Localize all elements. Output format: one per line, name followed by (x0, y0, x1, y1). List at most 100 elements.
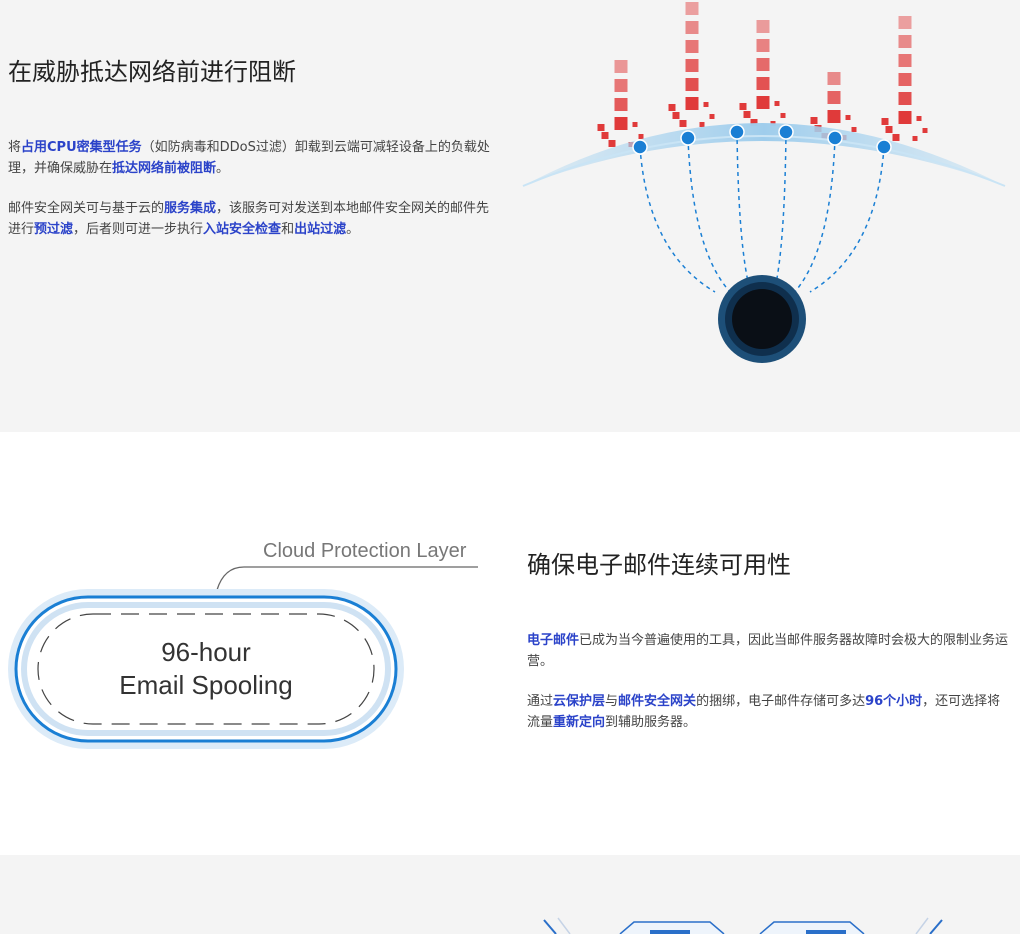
body-text: 与 (605, 694, 619, 709)
threat-block (898, 73, 912, 86)
threat-block (614, 117, 628, 130)
threat-fragment (597, 124, 605, 131)
highlight-text: 96个小时 (865, 694, 923, 709)
section1-title: 在威胁抵达网络前进行阻断 (8, 58, 296, 86)
dashed-link (771, 131, 787, 301)
pill-inner-ring (21, 602, 391, 736)
threat-block (898, 111, 912, 124)
threat-fragment (845, 115, 851, 120)
dashed-link (736, 131, 754, 301)
spooling-label: Email Spooling (119, 670, 292, 700)
cloud-arc (523, 123, 1005, 186)
dashed-link (790, 137, 836, 297)
dashed-link (639, 146, 716, 293)
threat-block (685, 40, 699, 53)
body-text: 的捆绑，电子邮件存储可多达 (696, 694, 866, 709)
threat-block (827, 91, 841, 104)
highlight-text: 邮件安全网关 (618, 694, 697, 709)
highlight-text: 云保护层 (553, 694, 606, 709)
threat-fragment (703, 102, 709, 107)
threat-fragment (851, 127, 857, 132)
highlight-text: 服务集成 (164, 201, 217, 216)
threat-fragment (668, 104, 676, 111)
threat-block (756, 58, 770, 71)
threat-fragment (743, 111, 751, 118)
threat-block (614, 98, 628, 111)
threat-fragment (810, 117, 818, 124)
threat-block (898, 16, 912, 29)
threat-block (685, 59, 699, 72)
highlight-text: 电子邮件 (527, 633, 580, 648)
threat-fragment (780, 113, 786, 118)
threat-fragment (709, 114, 715, 119)
body-text: 通过 (527, 694, 554, 709)
threat-fragment (699, 122, 705, 127)
threat-block (756, 39, 770, 52)
dashed-links (639, 131, 885, 301)
threat-fragment (774, 101, 780, 106)
section1-paragraph-1: 将占用CPU密集型任务（如防病毒和DDoS过滤）卸载到云端可减轻设备上的负载处理… (8, 138, 490, 179)
threat-block (756, 77, 770, 90)
threat-fragment (881, 118, 889, 125)
cloud-arc-edge (522, 135, 1006, 187)
next-section-illustration (543, 917, 943, 934)
cloud-node (680, 130, 696, 146)
highlight-text: 重新定向 (553, 714, 606, 730)
spooling-hours: 96-hour (161, 637, 251, 667)
highlight-text: 预过滤 (34, 221, 74, 237)
threat-block (614, 60, 628, 73)
section2-paragraph-1: 电子邮件已成为当今普遍使用的工具，因此当邮件服务器故障时会极大的限制业务运营。 (527, 631, 1009, 672)
threat-block (685, 2, 699, 15)
highlight-text: 出站过滤 (294, 221, 347, 237)
email-spooling-illustration: Cloud Protection Layer 96-hour Email Spo… (8, 540, 478, 749)
body-text: 将 (8, 140, 22, 155)
threat-block (898, 35, 912, 48)
callout-label: Cloud Protection Layer (263, 540, 467, 562)
section2-paragraph-2: 通过云保护层与邮件安全网关的捆绑，电子邮件存储可多达96个小时，还可选择将流量重… (527, 692, 1009, 733)
highlight-text: 占用CPU密集型任务 (21, 140, 142, 155)
section1-paragraph-2: 邮件安全网关可与基于云的服务集成，该服务可对发送到本地邮件安全网关的邮件先进行预… (8, 199, 490, 240)
body-text: 和 (281, 221, 295, 237)
threat-block (827, 110, 841, 123)
threat-fragment (922, 128, 928, 133)
body-text: 。 (346, 221, 360, 237)
threat-fragment (679, 120, 687, 127)
threat-fragment (739, 103, 747, 110)
threat-fragment (672, 112, 680, 119)
threat-block (614, 79, 628, 92)
section2-title: 确保电子邮件连续可用性 (527, 551, 791, 579)
threat-block (685, 97, 699, 110)
dashed-link (687, 137, 735, 297)
cloud-node (632, 139, 648, 155)
network-icon (718, 275, 806, 363)
threat-fragment (912, 136, 918, 141)
threat-fragment (608, 140, 616, 147)
threat-block (756, 20, 770, 33)
body-text: 已成为当今普遍使用的工具，因此当邮件服务器故障时会极大的限制业务运营。 (527, 633, 1009, 669)
threat-fragment (885, 126, 893, 133)
threat-block (898, 92, 912, 105)
cloud-filter-illustration (522, 2, 1006, 363)
threat-block (685, 78, 699, 91)
highlight-text: 抵达网络前被阻断 (112, 160, 217, 176)
cloud-node (876, 139, 892, 155)
threat-fragment (632, 122, 638, 127)
threat-block (685, 21, 699, 34)
callout-leader-line (216, 566, 478, 591)
cloud-node (827, 130, 843, 146)
body-text: ，后者则可进一步执行 (73, 221, 204, 237)
threat-block (898, 54, 912, 67)
body-text: 到辅助服务器。 (605, 714, 697, 730)
body-text: 邮件安全网关可与基于云的 (8, 201, 165, 216)
threat-block (756, 96, 770, 109)
threat-fragment (916, 116, 922, 121)
highlight-text: 入站安全检查 (203, 221, 282, 237)
cloud-node (778, 124, 794, 140)
threat-fragment (601, 132, 609, 139)
threat-fragment (638, 134, 644, 139)
dashed-link (809, 146, 885, 293)
body-text: 。 (216, 160, 230, 176)
threat-fragment (892, 134, 900, 141)
cloud-node (729, 124, 745, 140)
threat-block (827, 72, 841, 85)
